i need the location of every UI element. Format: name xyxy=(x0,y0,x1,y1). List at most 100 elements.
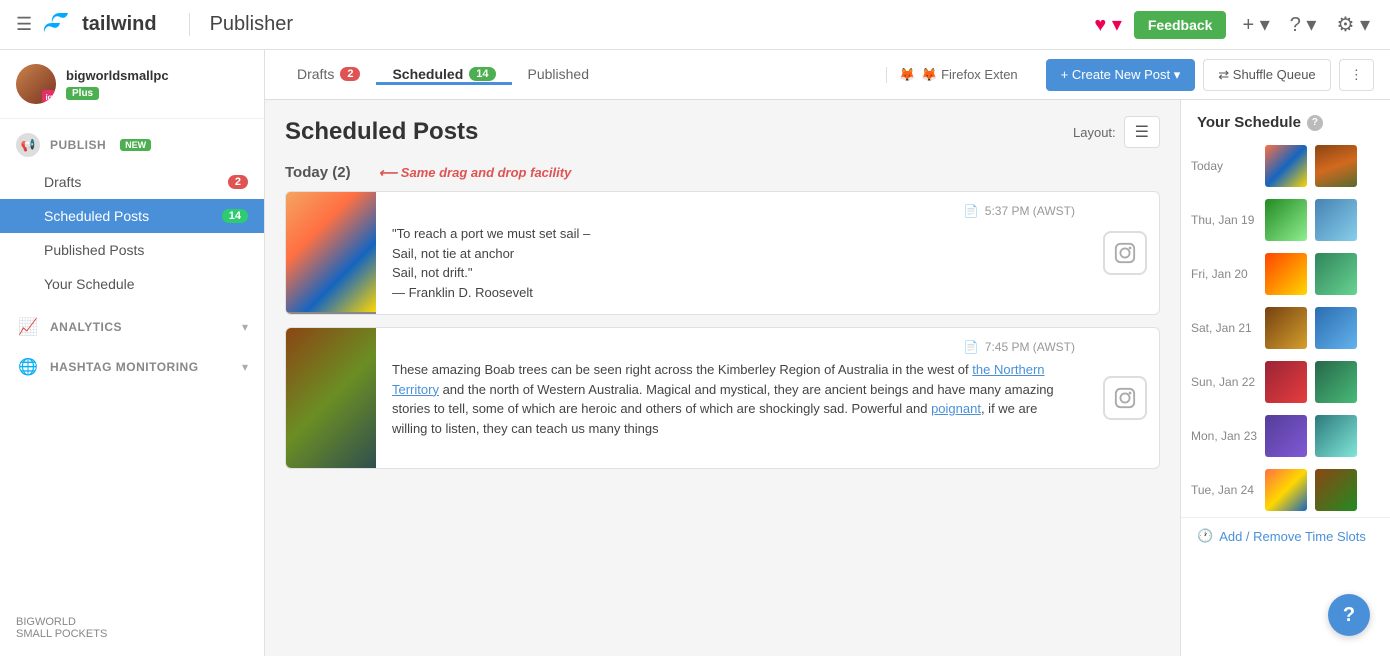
hashtag-label: HASHTAG MONITORING xyxy=(50,360,242,374)
schedule-thumb-today-2 xyxy=(1315,145,1357,187)
topbar: ☰ tailwind Publisher ♥ ▾ Feedback + ▾ ? … xyxy=(0,0,1390,50)
schedule-day-label-sun: Sun, Jan 22 xyxy=(1191,375,1261,389)
main-layout: ig bigworldsmallpc Plus 📢 PUBLISH NEW Dr… xyxy=(0,50,1390,656)
new-badge: NEW xyxy=(120,139,151,151)
schedule-thumb-sat-1 xyxy=(1265,307,1307,349)
instagram-large-icon[interactable] xyxy=(1103,231,1147,275)
help-bubble-button[interactable]: ? xyxy=(1328,594,1370,636)
clock-icon: 🕐 xyxy=(1197,528,1213,544)
bottom-logo-text: BIGWORLD SMALL POCKETS xyxy=(16,616,248,640)
tailwind-logo-icon xyxy=(44,9,76,41)
sidebar: ig bigworldsmallpc Plus 📢 PUBLISH NEW Dr… xyxy=(0,50,265,656)
schedule-day-today: Today xyxy=(1181,139,1390,193)
more-options-button[interactable]: ⋮ xyxy=(1339,59,1374,91)
publish-header: 📢 PUBLISH NEW xyxy=(0,125,264,165)
day-header-today: Today (2) ⟵ Same drag and drop facility xyxy=(285,164,1160,181)
create-post-button[interactable]: + Create New Post ▾ xyxy=(1046,59,1196,91)
scheduled-posts-label: Scheduled Posts xyxy=(44,208,149,224)
post-text-1: "To reach a port we must set sail – Sail… xyxy=(392,224,1075,302)
instagram-badge: ig xyxy=(42,90,56,104)
northern-territory-link[interactable]: the Northern Territory xyxy=(392,362,1045,397)
shuffle-queue-button[interactable]: ⇄ Shuffle Queue xyxy=(1203,59,1330,91)
sidebar-hashtag-section[interactable]: 🌐 HASHTAG MONITORING ▾ xyxy=(0,347,264,387)
feedback-button[interactable]: Feedback xyxy=(1134,11,1227,39)
logo-text: tailwind xyxy=(82,13,156,36)
post-right-1 xyxy=(1091,192,1159,314)
schedule-help-icon[interactable]: ? xyxy=(1307,115,1323,131)
schedule-thumb-today-1 xyxy=(1265,145,1307,187)
plus-icon[interactable]: + ▾ xyxy=(1242,12,1269,37)
schedule-thumb-thu-1 xyxy=(1265,199,1307,241)
schedule-day-mon: Mon, Jan 23 xyxy=(1181,409,1390,463)
instagram-large-icon-2[interactable] xyxy=(1103,376,1147,420)
schedule-thumb-mon-1 xyxy=(1265,415,1307,457)
schedule-day-label-fri: Fri, Jan 20 xyxy=(1191,267,1261,281)
add-timeslots-button[interactable]: 🕐 Add / Remove Time Slots xyxy=(1181,517,1390,554)
heart-icon[interactable]: ♥ ▾ xyxy=(1094,12,1121,37)
firefox-extension-button[interactable]: 🦊 🦊 Firefox Exten xyxy=(886,67,1030,83)
posts-area: Scheduled Posts Layout: ☰ Today (2) ⟵ Sa… xyxy=(265,100,1180,656)
drafts-label: Drafts xyxy=(44,174,81,190)
gear-icon[interactable]: ⚙ ▾ xyxy=(1336,12,1370,37)
schedule-thumb-tue-2 xyxy=(1315,469,1357,511)
post-text-2: These amazing Boab trees can be seen rig… xyxy=(392,360,1075,438)
schedule-thumb-tue-1 xyxy=(1265,469,1307,511)
sidebar-item-published-posts[interactable]: Published Posts xyxy=(0,233,264,267)
scheduled-tab-count: 14 xyxy=(469,67,495,81)
page-title: Publisher xyxy=(189,13,293,36)
sidebar-item-scheduled-posts[interactable]: Scheduled Posts 14 xyxy=(0,199,264,233)
schedule-day-sat: Sat, Jan 21 xyxy=(1181,301,1390,355)
poignant-link[interactable]: poignant xyxy=(931,401,981,416)
schedule-panel: Your Schedule ? Today Thu, Jan 19 Fri, J… xyxy=(1180,100,1390,656)
post-time-1: 5:37 PM (AWST) xyxy=(985,204,1075,218)
document-icon: 📄 xyxy=(964,204,979,218)
sidebar-item-your-schedule[interactable]: Your Schedule xyxy=(0,267,264,301)
schedule-thumb-sun-2 xyxy=(1315,361,1357,403)
published-posts-label: Published Posts xyxy=(44,242,144,258)
drafts-count: 2 xyxy=(228,175,248,189)
schedule-day-label-sat: Sat, Jan 21 xyxy=(1191,321,1261,335)
hamburger-icon[interactable]: ☰ xyxy=(16,14,32,35)
post-content-2: 📄 7:45 PM (AWST) These amazing Boab tree… xyxy=(376,328,1091,468)
publish-label: PUBLISH xyxy=(50,138,106,152)
add-timeslots-label: Add / Remove Time Slots xyxy=(1219,529,1366,544)
post-time-2: 7:45 PM (AWST) xyxy=(985,340,1075,354)
post-card: 📄 5:37 PM (AWST) "To reach a port we mus… xyxy=(285,191,1160,315)
schedule-panel-header: Your Schedule ? xyxy=(1181,100,1390,139)
post-card-2: 📄 7:45 PM (AWST) These amazing Boab tree… xyxy=(285,327,1160,469)
schedule-day-label-tue: Tue, Jan 24 xyxy=(1191,483,1261,497)
day-label: Today (2) xyxy=(285,164,351,181)
content-area: Drafts 2 Scheduled 14 Published 🦊 🦊 Fire… xyxy=(265,50,1390,656)
schedule-thumb-fri-1 xyxy=(1265,253,1307,295)
schedule-day-label-thu: Thu, Jan 19 xyxy=(1191,213,1261,227)
publish-icon: 📢 xyxy=(16,133,40,157)
post-meta-1: 📄 5:37 PM (AWST) xyxy=(392,204,1075,218)
sidebar-user: ig bigworldsmallpc Plus xyxy=(0,50,264,119)
post-image-2 xyxy=(286,328,376,468)
layout-toggle-button[interactable]: ☰ xyxy=(1124,116,1160,148)
schedule-thumb-sat-2 xyxy=(1315,307,1357,349)
logo: tailwind xyxy=(44,9,156,41)
sidebar-bottom-logo: BIGWORLD SMALL POCKETS xyxy=(0,600,264,656)
hashtag-arrow-icon: ▾ xyxy=(242,360,248,374)
sidebar-analytics-section[interactable]: 📈 ANALYTICS ▾ xyxy=(0,307,264,347)
drafts-tab-count: 2 xyxy=(340,67,360,81)
firefox-icon: 🦊 xyxy=(899,67,915,83)
day-group-today: Today (2) ⟵ Same drag and drop facility … xyxy=(285,164,1160,469)
post-content-1: 📄 5:37 PM (AWST) "To reach a port we mus… xyxy=(376,192,1091,314)
tab-drafts[interactable]: Drafts 2 xyxy=(281,66,376,85)
schedule-thumb-thu-2 xyxy=(1315,199,1357,241)
sidebar-item-drafts[interactable]: Drafts 2 xyxy=(0,165,264,199)
post-meta-2: 📄 7:45 PM (AWST) xyxy=(392,340,1075,354)
schedule-thumb-fri-2 xyxy=(1315,253,1357,295)
post-image-1 xyxy=(286,192,376,314)
schedule-day-fri: Fri, Jan 20 xyxy=(1181,247,1390,301)
question-icon[interactable]: ? ▾ xyxy=(1290,12,1317,37)
hashtag-icon: 🌐 xyxy=(16,355,40,379)
schedule-thumb-mon-2 xyxy=(1315,415,1357,457)
tab-scheduled[interactable]: Scheduled 14 xyxy=(376,66,511,85)
schedule-day-label-today: Today xyxy=(1191,159,1261,173)
post-right-2 xyxy=(1091,328,1159,468)
avatar: ig xyxy=(16,64,56,104)
tab-published[interactable]: Published xyxy=(512,66,606,85)
